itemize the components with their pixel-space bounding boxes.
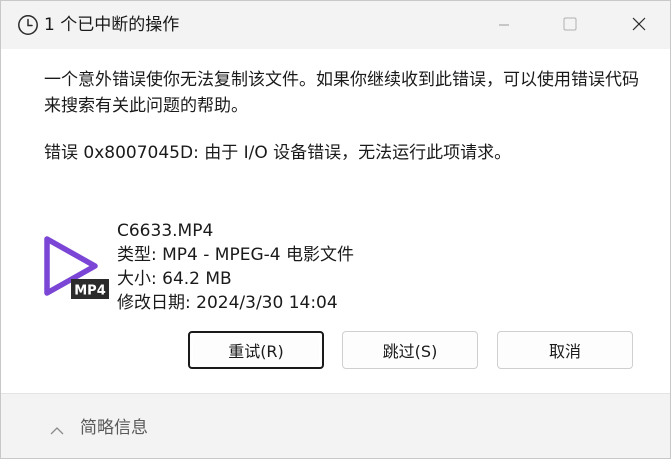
error-message: 一个意外错误使你无法复制该文件。如果你继续收到此错误，可以使用错误代码来搜索有关… — [44, 70, 639, 116]
skip-button-label: 跳过(S) — [382, 342, 438, 361]
minimize-icon — [498, 16, 510, 35]
retry-button[interactable]: 重试(R) — [188, 331, 324, 369]
chevron-up-icon — [49, 421, 65, 435]
file-size: 大小: 64.2 MB — [117, 269, 232, 289]
mp4-badge-label: MP4 — [74, 284, 106, 299]
maximize-button[interactable] — [537, 1, 603, 49]
details-toggle[interactable]: 简略信息 — [1, 393, 670, 458]
file-name: C6633.MP4 — [117, 221, 214, 241]
minimize-button[interactable] — [471, 1, 537, 49]
close-button[interactable] — [606, 1, 670, 49]
title-bar[interactable]: 1 个已中断的操作 — [1, 1, 670, 49]
dialog-content: 一个意外错误使你无法复制该文件。如果你继续收到此错误，可以使用错误代码来搜索有关… — [1, 49, 670, 393]
file-type: 类型: MP4 - MPEG-4 电影文件 — [117, 245, 354, 265]
fewer-details-label: 简略信息 — [80, 418, 148, 438]
retry-button-label: 重试(R) — [228, 342, 284, 361]
close-icon — [632, 16, 646, 35]
cancel-button[interactable]: 取消 — [497, 331, 633, 369]
clock-icon — [17, 14, 39, 36]
file-modified-date: 修改日期: 2024/3/30 14:04 — [117, 293, 338, 313]
file-details: C6633.MP4 类型: MP4 - MPEG-4 电影文件 大小: 64.2… — [117, 219, 354, 315]
file-operation-error-dialog: 1 个已中断的操作 一个意外错误使你无法复制该文件。如果你继续收到此错误，可以使… — [0, 0, 671, 459]
skip-button[interactable]: 跳过(S) — [342, 331, 478, 369]
mp4-file-icon: MP4 — [41, 233, 111, 303]
window-title: 1 个已中断的操作 — [44, 15, 180, 35]
cancel-button-label: 取消 — [548, 342, 581, 361]
maximize-icon — [563, 16, 577, 35]
error-code-text: 错误 0x8007045D: 由于 I/O 设备错误，无法运行此项请求。 — [44, 143, 512, 163]
